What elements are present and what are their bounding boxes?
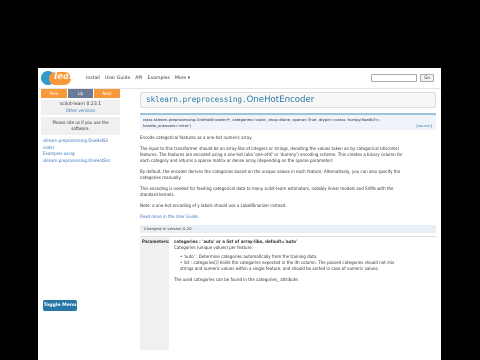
page-title: sklearn.preprocessing.OneHotEncoder bbox=[140, 92, 436, 108]
logo-text: learn bbox=[54, 71, 81, 82]
description-p5: Note: a one-hot encoding of y labels sho… bbox=[140, 203, 287, 208]
version-box: scikit-learn 0.23.1 Other versions bbox=[41, 100, 120, 115]
search-go-button[interactable]: Go bbox=[420, 74, 434, 82]
description-p4-line1: This encoding is needed for feeding cate… bbox=[140, 186, 394, 191]
signature-line1: class sklearn.preprocessing.OneHotEncode… bbox=[143, 117, 381, 122]
description-p2-line2: features. The features are encoded using… bbox=[140, 152, 403, 157]
option-list-line1: list : categories[i] holds the categorie… bbox=[183, 260, 395, 265]
other-versions-link[interactable]: Other versions bbox=[41, 108, 120, 113]
description-p3-line1: By default, the encoder derives the cate… bbox=[140, 169, 401, 174]
used-categories-note: The used categories can be found in the … bbox=[174, 277, 300, 282]
version-label: scikit-learn 0.23.1 bbox=[59, 102, 102, 107]
title-class: OneHotEncoder bbox=[246, 95, 315, 105]
next-button[interactable]: Next bbox=[94, 89, 121, 98]
description-p4: This encoding is needed for feeding cate… bbox=[140, 186, 436, 198]
main-content: sklearn.preprocessing.OneHotEncoder clas… bbox=[140, 89, 436, 360]
parameters-table: Parameters: categories : 'auto' or a lis… bbox=[140, 236, 436, 350]
nav-link-api[interactable]: API bbox=[135, 76, 142, 81]
toc-item-examples-cont[interactable]: sklearn.preprocessing.OneHotEnc bbox=[43, 158, 120, 165]
class-signature: class sklearn.preprocessing.OneHotEncode… bbox=[140, 113, 436, 130]
param-categories-desc: Categories (unique values) per feature: bbox=[174, 245, 253, 250]
cite-box: Please cite us if you use the software. bbox=[41, 117, 120, 135]
description-p1: Encode categorical features as a one-hot… bbox=[140, 135, 253, 140]
description-p2-line3: each category and returns a sparse matri… bbox=[140, 158, 333, 163]
version-changed-note: Changed in version 0.20. bbox=[140, 225, 436, 233]
param-categories-options: 'auto' : Determine categories automatica… bbox=[180, 254, 431, 272]
prev-button[interactable]: Prev bbox=[41, 89, 67, 98]
signature-line2: handle_unknown='error') bbox=[143, 123, 192, 128]
nav-link-examples[interactable]: Examples bbox=[148, 76, 170, 81]
browser-page: learn Install User Guide API Examples Mo… bbox=[38, 68, 441, 360]
parameters-label: Parameters: bbox=[140, 237, 170, 350]
cite-text-line1: Please cite us if you use the bbox=[52, 120, 109, 125]
search-input[interactable] bbox=[371, 74, 417, 82]
sklearn-logo[interactable]: learn bbox=[41, 70, 81, 87]
source-link[interactable]: [source] bbox=[416, 123, 432, 129]
description-p3-line2: categories manually. bbox=[140, 175, 182, 180]
sidebar-nav-buttons: Prev Up Next bbox=[41, 89, 121, 98]
nav-link-install[interactable]: Install bbox=[86, 76, 100, 81]
description-p3: By default, the encoder derives the cate… bbox=[140, 169, 436, 181]
sidebar: Prev Up Next scikit-learn 0.23.1 Other v… bbox=[41, 89, 121, 360]
parameters-body: categories : 'auto' or a list of array-l… bbox=[169, 237, 436, 350]
option-list: list : categories[i] holds the categorie… bbox=[180, 260, 431, 272]
cite-text-line2: software. bbox=[71, 126, 90, 131]
title-module: sklearn.preprocessing. bbox=[146, 95, 247, 104]
top-navbar: learn Install User Guide API Examples Mo… bbox=[38, 68, 441, 89]
nav-link-more[interactable]: More ▾ bbox=[175, 76, 190, 81]
nav-link-user-guide[interactable]: User Guide bbox=[105, 76, 130, 81]
description-p2: The input to this transformer should be … bbox=[140, 146, 436, 164]
up-button[interactable]: Up bbox=[67, 89, 94, 98]
description-p2-line1: The input to this transformer should be … bbox=[140, 146, 400, 151]
toggle-menu-button[interactable]: Toggle Menu bbox=[43, 300, 77, 311]
option-list-line2: strings and numeric values within a sing… bbox=[180, 266, 379, 271]
description-p4-line2: standard kernels. bbox=[140, 192, 175, 197]
user-guide-link[interactable]: Read more in the User Guide. bbox=[140, 214, 436, 220]
sidebar-toc: sklearn.preprocessing.OneHotEn coder Exa… bbox=[41, 138, 120, 164]
